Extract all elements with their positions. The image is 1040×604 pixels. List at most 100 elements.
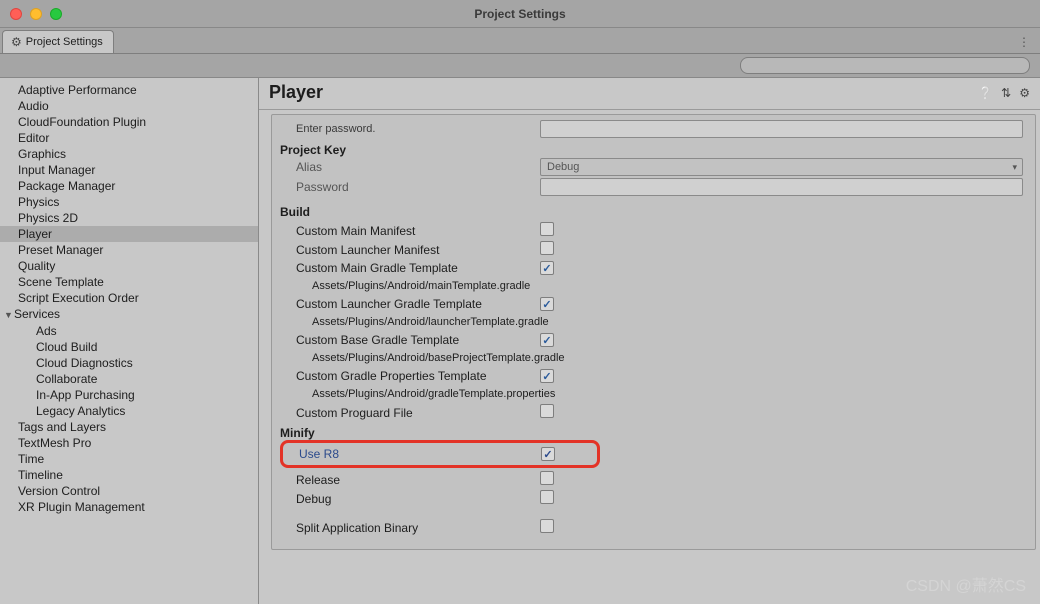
project-key-header: Project Key [280,143,1027,157]
custom-proguard-checkbox[interactable] [540,404,554,418]
sidebar-item-audio[interactable]: Audio [0,98,258,114]
maximize-icon[interactable] [50,8,62,20]
sidebar-item-textmesh-pro[interactable]: TextMesh Pro [0,435,258,451]
sidebar-item-label: XR Plugin Management [18,500,145,514]
sidebar-item-label: Cloud Diagnostics [36,356,133,370]
settings-gear-icon[interactable]: ⚙ [1019,86,1030,100]
sidebar-item-label: Package Manager [18,179,115,193]
build-header: Build [280,205,1027,219]
window-title: Project Settings [474,7,565,21]
custom-launcher-gradle-label: Custom Launcher Gradle Template [280,297,540,311]
sidebar-item-version-control[interactable]: Version Control [0,483,258,499]
sidebar-item-adaptive-performance[interactable]: Adaptive Performance [0,82,258,98]
sidebar-item-cloud-build[interactable]: Cloud Build [0,339,258,355]
sidebar-item-label: In-App Purchasing [36,388,135,402]
tab-project-settings[interactable]: ⚙ Project Settings [2,30,114,53]
keystore-password-input[interactable] [540,120,1023,138]
highlight-use-r8: Use R8 [280,440,600,468]
sidebar-item-scene-template[interactable]: Scene Template [0,274,258,290]
sidebar-item-quality[interactable]: Quality [0,258,258,274]
custom-main-manifest-checkbox[interactable] [540,222,554,236]
custom-main-gradle-checkbox[interactable] [540,261,554,275]
minify-header: Minify [280,426,1027,440]
window-controls [0,8,72,20]
sidebar-item-label: Legacy Analytics [36,404,125,418]
sidebar-item-label: Player [18,227,52,241]
sidebar-item-label: Physics 2D [18,211,78,225]
sidebar-item-collaborate[interactable]: Collaborate [0,371,258,387]
sidebar-item-physics[interactable]: Physics [0,194,258,210]
alias-password-input[interactable] [540,178,1023,196]
sidebar-item-label: Time [18,452,44,466]
sidebar-item-package-manager[interactable]: Package Manager [0,178,258,194]
sidebar-item-label: Scene Template [18,275,104,289]
kebab-menu-icon[interactable]: ⋮ [1018,35,1040,53]
sidebar-item-label: Ads [36,324,57,338]
alias-label: Alias [280,160,540,174]
alias-dropdown[interactable]: Debug [540,158,1023,176]
custom-launcher-manifest-checkbox[interactable] [540,241,554,255]
sidebar-item-in-app-purchasing[interactable]: In-App Purchasing [0,387,258,403]
sidebar-item-graphics[interactable]: Graphics [0,146,258,162]
sidebar-item-preset-manager[interactable]: Preset Manager [0,242,258,258]
sidebar-item-label: Input Manager [18,163,95,177]
sidebar-item-tags-and-layers[interactable]: Tags and Layers [0,419,258,435]
tab-strip: ⚙ Project Settings ⋮ [0,28,1040,54]
sidebar-item-label: Services [14,307,60,321]
sidebar-item-cloud-diagnostics[interactable]: Cloud Diagnostics [0,355,258,371]
sidebar-item-xr-plugin-management[interactable]: XR Plugin Management [0,499,258,515]
expand-icon[interactable]: ▼ [4,308,14,322]
sidebar-item-label: Preset Manager [18,243,103,257]
custom-base-gradle-checkbox[interactable] [540,333,554,347]
sidebar-item-label: Cloud Build [36,340,97,354]
hint-enter-password: Enter password. [280,123,540,135]
sidebar-item-label: CloudFoundation Plugin [18,115,146,129]
sidebar-item-services[interactable]: ▼Services [0,306,258,323]
password-label: Password [280,180,540,194]
sidebar-item-player[interactable]: Player [0,226,258,242]
sidebar-item-label: Graphics [18,147,66,161]
debug-checkbox[interactable] [540,490,554,504]
content-body: Enter password. Project Key Alias Debug … [259,110,1040,604]
search-input[interactable] [740,57,1030,74]
sidebar: Adaptive PerformanceAudioCloudFoundation… [0,78,258,604]
custom-launcher-gradle-checkbox[interactable] [540,297,554,311]
sidebar-item-timeline[interactable]: Timeline [0,467,258,483]
page-title: Player [269,82,978,103]
custom-launcher-gradle-path: Assets/Plugins/Android/launcherTemplate.… [280,316,540,328]
sidebar-item-script-execution-order[interactable]: Script Execution Order [0,290,258,306]
custom-gradle-props-checkbox[interactable] [540,369,554,383]
minimize-icon[interactable] [30,8,42,20]
sidebar-item-time[interactable]: Time [0,451,258,467]
use-r8-checkbox[interactable] [541,447,555,461]
presets-icon[interactable]: ⇅ [1001,86,1011,100]
sidebar-item-editor[interactable]: Editor [0,130,258,146]
sidebar-item-label: Version Control [18,484,100,498]
sidebar-item-cloudfoundation-plugin[interactable]: CloudFoundation Plugin [0,114,258,130]
custom-gradle-props-label: Custom Gradle Properties Template [280,369,540,383]
sidebar-item-label: Adaptive Performance [18,83,137,97]
custom-launcher-manifest-label: Custom Launcher Manifest [280,243,540,257]
sidebar-item-label: Editor [18,131,49,145]
custom-main-gradle-path: Assets/Plugins/Android/mainTemplate.grad… [280,280,540,292]
sidebar-item-label: Physics [18,195,59,209]
release-label: Release [280,473,540,487]
custom-base-gradle-path: Assets/Plugins/Android/baseProjectTempla… [280,352,540,364]
custom-base-gradle-label: Custom Base Gradle Template [280,333,540,347]
custom-main-gradle-label: Custom Main Gradle Template [280,261,540,275]
sidebar-item-label: Timeline [18,468,63,482]
help-icon[interactable]: ❔ [978,86,993,100]
search-wrap [740,57,1030,74]
sidebar-item-input-manager[interactable]: Input Manager [0,162,258,178]
tab-label: Project Settings [26,36,103,48]
sidebar-item-ads[interactable]: Ads [0,323,258,339]
release-checkbox[interactable] [540,471,554,485]
debug-label: Debug [280,492,540,506]
sidebar-item-legacy-analytics[interactable]: Legacy Analytics [0,403,258,419]
sidebar-item-label: Quality [18,259,55,273]
sidebar-item-label: Collaborate [36,372,97,386]
sidebar-item-label: Script Execution Order [18,291,139,305]
close-icon[interactable] [10,8,22,20]
sidebar-item-physics-2d[interactable]: Physics 2D [0,210,258,226]
split-app-binary-checkbox[interactable] [540,519,554,533]
